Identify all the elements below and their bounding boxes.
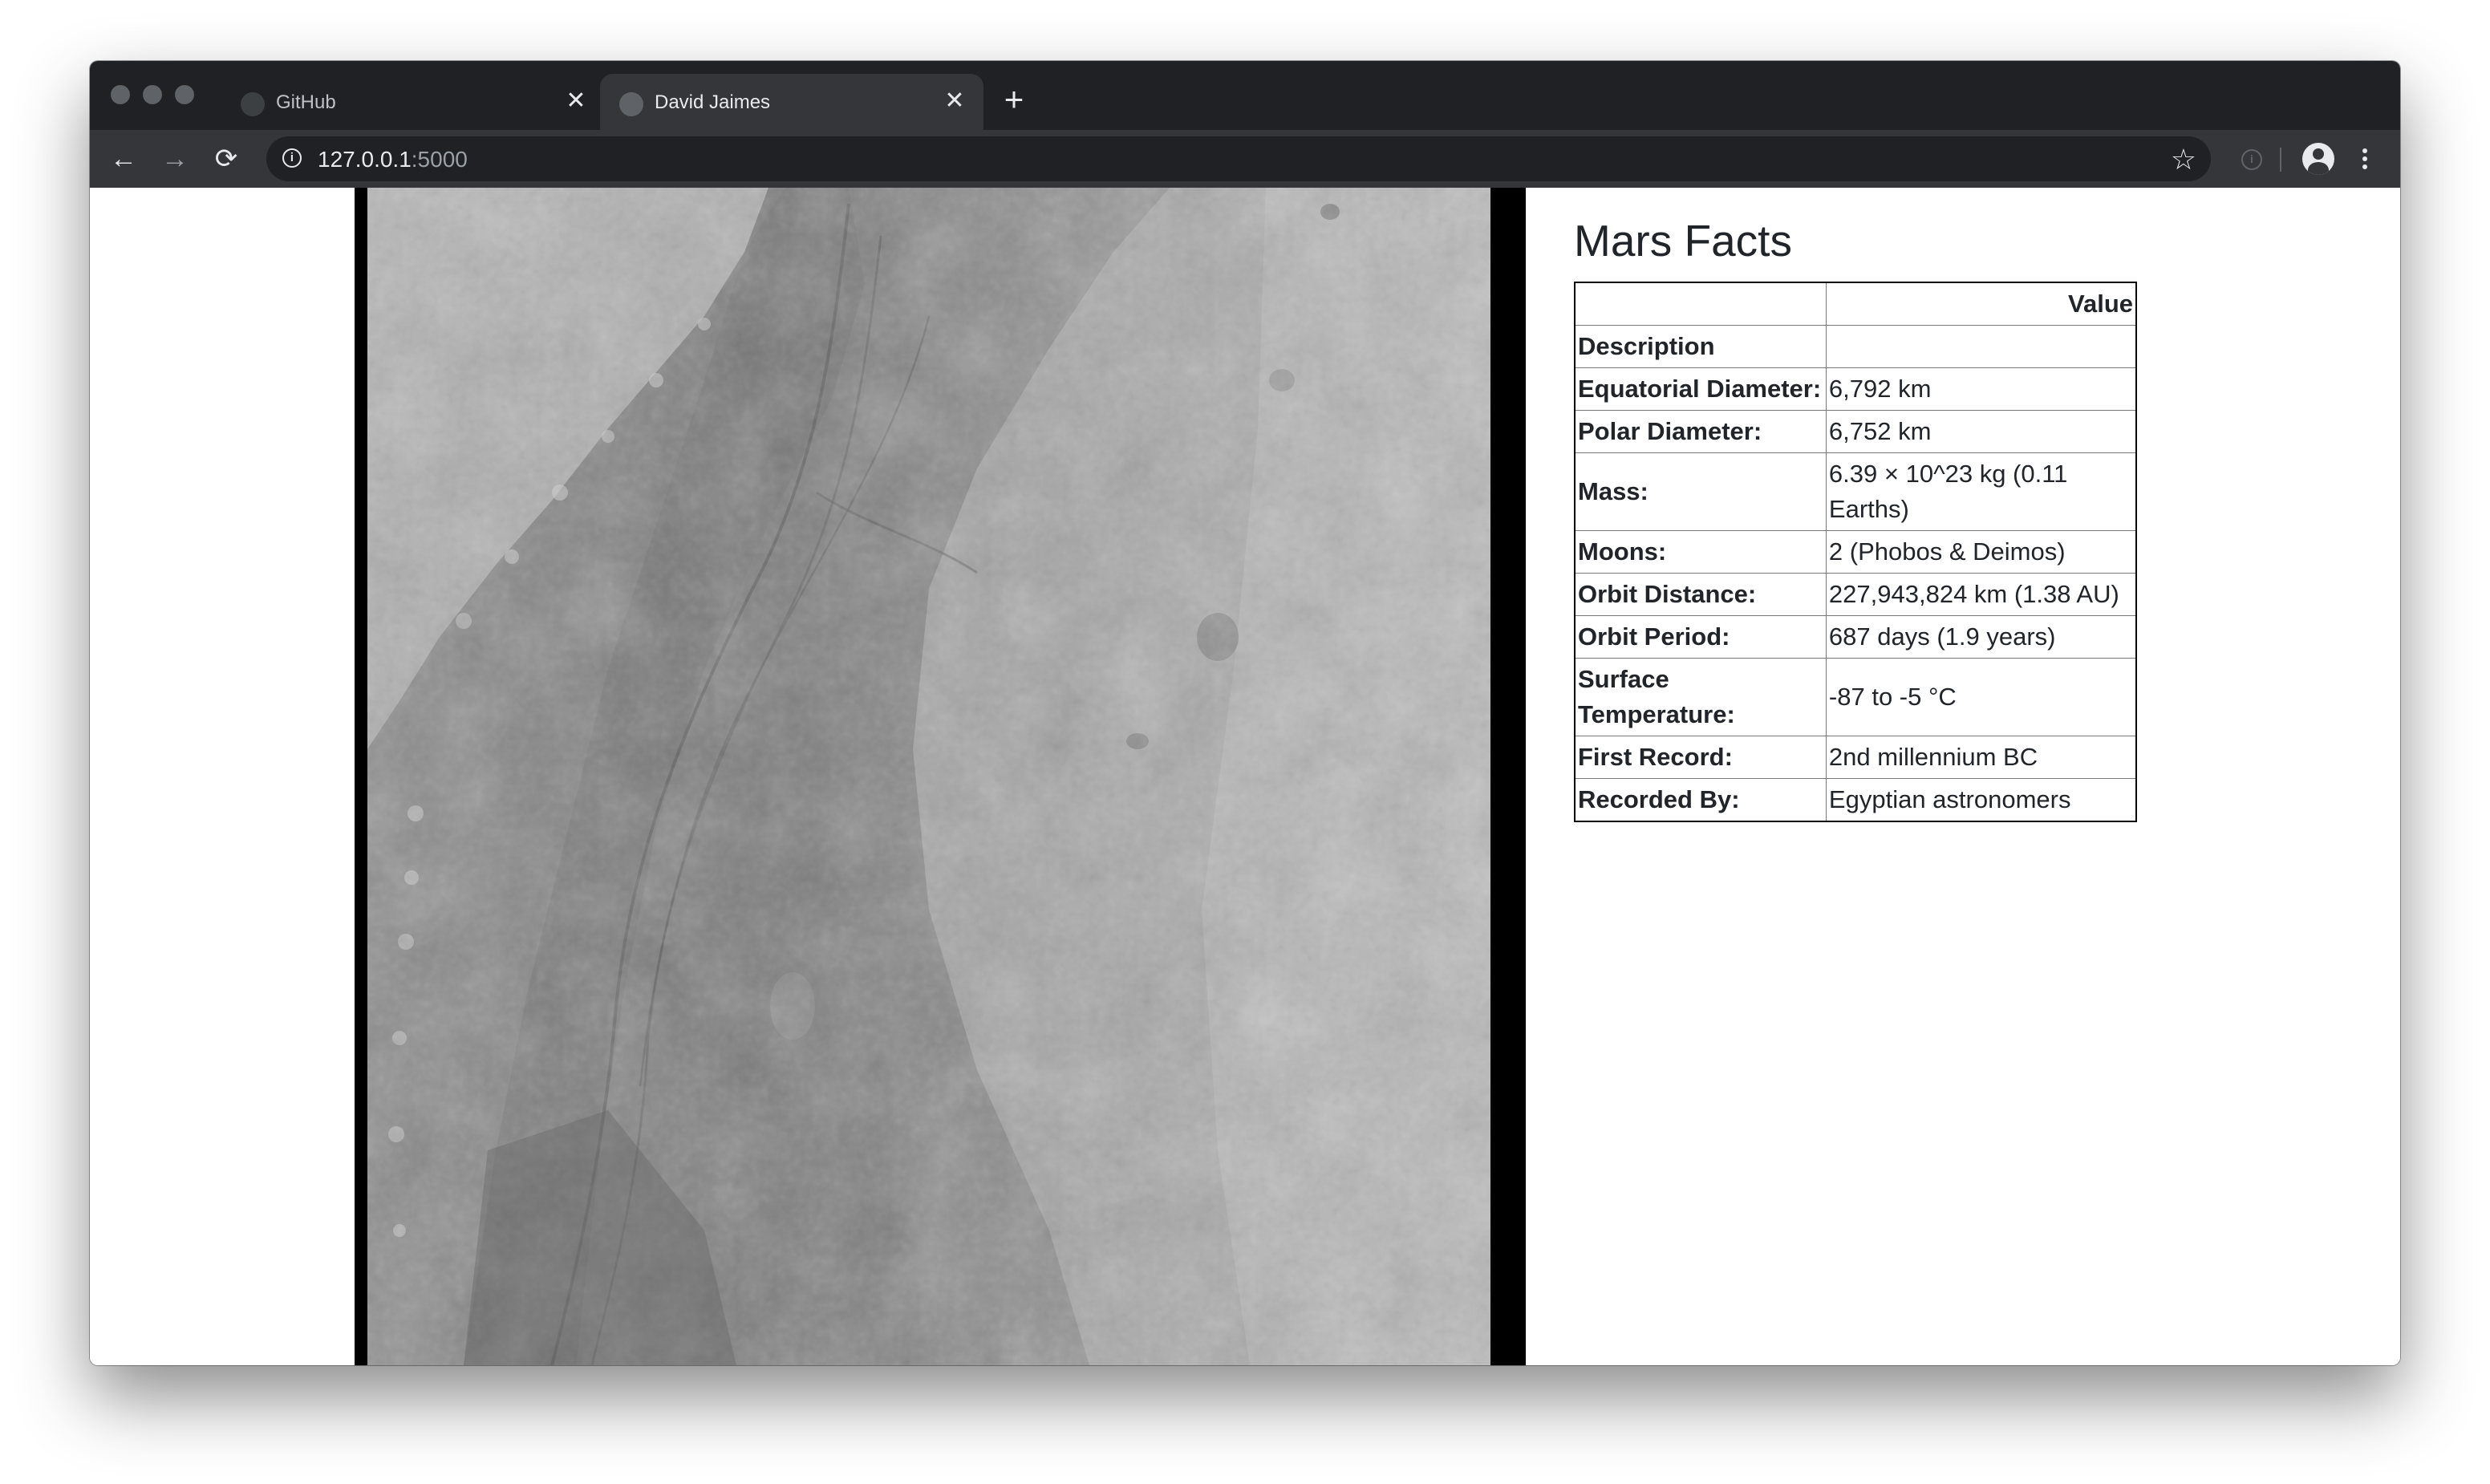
site-info-icon[interactable]: i	[282, 148, 302, 168]
row-value: 227,943,824 km (1.38 AU)	[1825, 572, 2137, 616]
header-value-cell: Value	[1825, 282, 2137, 326]
row-label: Mass:	[1574, 452, 1827, 531]
close-tab-icon[interactable]: ✕	[940, 87, 969, 116]
row-label: Surface Temperature:	[1574, 657, 1827, 736]
new-tab-button[interactable]: +	[998, 83, 1030, 116]
table-row: First Record: 2nd millennium BC	[1574, 735, 2137, 779]
table-row: Moons: 2 (Phobos & Deimos)	[1574, 529, 2137, 574]
row-value	[1825, 324, 2137, 368]
maximize-window-button[interactable]	[175, 85, 194, 104]
row-value: 2 (Phobos & Deimos)	[1825, 529, 2137, 574]
forward-button[interactable]: →	[157, 141, 193, 176]
row-label: Polar Diameter:	[1574, 409, 1827, 453]
globe-icon	[619, 92, 643, 116]
table-row: Description	[1574, 324, 2137, 368]
back-button[interactable]: ←	[106, 141, 141, 176]
profile-avatar-icon[interactable]	[2302, 143, 2334, 175]
url-text[interactable]: 127.0.0.1:5000	[318, 147, 468, 172]
row-value: 6.39 × 10^23 kg (0.11 Earths)	[1825, 452, 2137, 531]
facts-table: Value Description Equatorial Diameter: 6…	[1574, 281, 2137, 822]
row-value: 687 days (1.9 years)	[1825, 614, 2137, 659]
facts-title: Mars Facts	[1574, 216, 1792, 266]
mars-surface-image[interactable]	[367, 188, 1490, 1365]
table-row: Polar Diameter: 6,752 km	[1574, 409, 2137, 453]
row-value: 6,792 km	[1825, 367, 2137, 411]
row-value: 6,752 km	[1825, 409, 2137, 453]
url-host: 127.0.0.1	[318, 147, 412, 172]
table-header-row: Value	[1574, 282, 2137, 326]
page-viewport: Mars Facts Value Description Equatorial …	[90, 188, 2400, 1365]
row-label: Recorded By:	[1574, 777, 1827, 821]
row-label: Orbit Period:	[1574, 614, 1827, 659]
row-label: Description	[1574, 324, 1827, 368]
mars-image-frame	[355, 188, 1526, 1365]
address-bar[interactable]: i 127.0.0.1:5000 ☆	[266, 136, 2211, 181]
table-row: Orbit Period: 687 days (1.9 years)	[1574, 614, 2137, 659]
toolbar-divider	[2280, 148, 2281, 172]
minimize-window-button[interactable]	[143, 85, 162, 104]
extension-icon[interactable]: i	[2241, 149, 2262, 170]
table-row: Orbit Distance: 227,943,824 km (1.38 AU)	[1574, 572, 2137, 616]
tab-strip: GitHub ✕ David Jaimes ✕ +	[90, 61, 2400, 130]
reload-button[interactable]: ⟳	[209, 141, 244, 176]
row-value: -87 to -5 °C	[1825, 657, 2137, 736]
browser-window: GitHub ✕ David Jaimes ✕ + ← → ⟳ i 127.0.…	[90, 61, 2400, 1365]
row-label: Orbit Distance:	[1574, 572, 1827, 616]
github-icon	[241, 92, 265, 116]
row-value: 2nd millennium BC	[1825, 735, 2137, 779]
tab-title: GitHub	[276, 91, 336, 113]
table-row: Surface Temperature: -87 to -5 °C	[1574, 657, 2137, 736]
row-label: First Record:	[1574, 735, 1827, 779]
mars-facts-section: Mars Facts Value Description Equatorial …	[1574, 217, 2137, 822]
more-menu-icon[interactable]	[2357, 143, 2373, 175]
tab-title: David Jaimes	[655, 91, 771, 113]
close-window-button[interactable]	[111, 85, 130, 104]
table-row: Equatorial Diameter: 6,792 km	[1574, 367, 2137, 411]
row-label: Equatorial Diameter:	[1574, 367, 1827, 411]
row-label: Moons:	[1574, 529, 1827, 574]
table-row: Mass: 6.39 × 10^23 kg (0.11 Earths)	[1574, 452, 2137, 531]
close-tab-icon[interactable]: ✕	[562, 87, 590, 116]
url-port: :5000	[411, 147, 468, 172]
row-value: Egyptian astronomers	[1825, 777, 2137, 821]
tab-david-jaimes[interactable]: David Jaimes ✕	[600, 74, 983, 130]
header-empty-cell	[1574, 282, 1827, 326]
browser-toolbar: ← → ⟳ i 127.0.0.1:5000 ☆ i	[90, 130, 2400, 189]
tab-github[interactable]: GitHub ✕	[221, 74, 605, 130]
bookmark-star-icon[interactable]: ☆	[2171, 143, 2196, 176]
table-row: Recorded By: Egyptian astronomers	[1574, 777, 2137, 821]
